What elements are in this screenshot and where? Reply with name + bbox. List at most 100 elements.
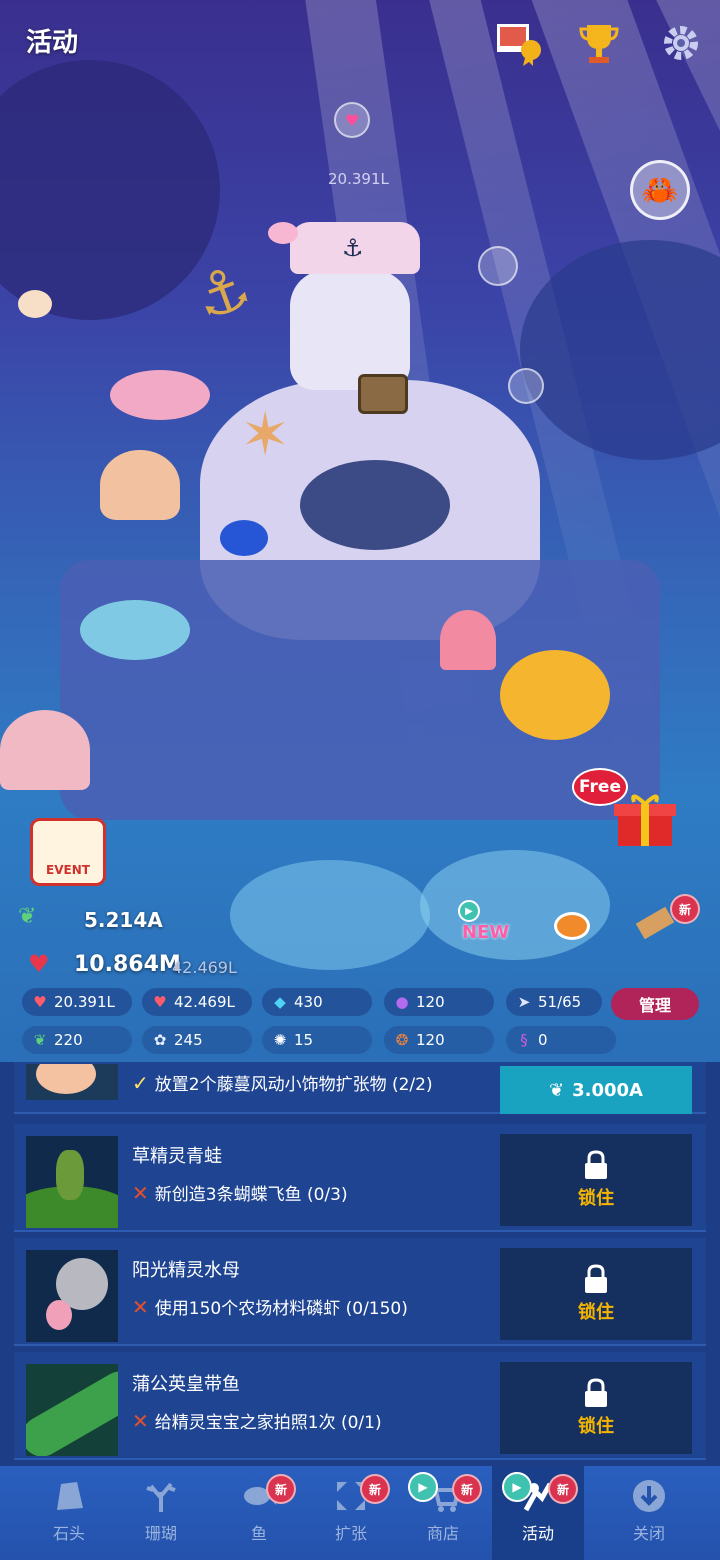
stat-value: 220 xyxy=(54,1031,83,1049)
seahorse-stat: § 0 xyxy=(506,1026,616,1054)
stat-value: 42.469L xyxy=(174,993,235,1011)
lock-label: 锁住 xyxy=(578,1188,614,1209)
tab-rock[interactable]: 石头 xyxy=(24,1466,114,1560)
leaf-stat: ❦ 220 xyxy=(22,1026,132,1054)
quest-thumbnail xyxy=(26,1136,118,1228)
treasure-chest-decoration[interactable] xyxy=(358,374,408,414)
heart-rate-stat: ♥ 42.469L xyxy=(142,988,252,1016)
urchin-icon: ✺ xyxy=(273,1031,287,1049)
lock-icon xyxy=(585,1264,607,1293)
check-icon: ✓ xyxy=(132,1070,149,1095)
photo-album-button[interactable] xyxy=(494,18,544,68)
quest-thumbnail xyxy=(26,1064,118,1100)
creature-image xyxy=(46,1300,72,1330)
gift-box-icon[interactable] xyxy=(612,790,678,848)
plant-icon: ❦ xyxy=(18,904,37,929)
anchor-icon: ⚓ xyxy=(342,234,364,262)
diamond-icon: ◆ xyxy=(274,993,286,1011)
manage-button[interactable]: 管理 xyxy=(611,988,699,1020)
quest-task: ✕ 新创造3条蝴蝶飞鱼 (0/3) xyxy=(132,1180,348,1206)
event-calendar-button[interactable]: EVENT xyxy=(30,818,106,886)
photo-badge-icon xyxy=(497,24,541,66)
blue-tang-fish[interactable] xyxy=(220,520,268,556)
tap-heart-icon: ♥ xyxy=(33,993,47,1011)
quest-name: 阳光精灵水母 xyxy=(132,1260,240,1281)
tab-shop[interactable]: ▶ 商店 新 xyxy=(398,1466,488,1560)
heart-rate: 42.469L xyxy=(172,958,237,977)
quest-item: ✓ 放置2个藤蔓风动小饰物扩张物 (2/2) ❦ 3.000A xyxy=(14,1062,706,1114)
locked-button[interactable]: 锁住 xyxy=(500,1362,692,1454)
tab-label: 扩张 xyxy=(334,1524,367,1543)
frog-image xyxy=(56,1150,84,1200)
yellow-fish[interactable] xyxy=(500,650,610,740)
aquarium-scene[interactable]: ⚓ ⚓ ✶ ♥ 20.391L 活动 🦀 EVENT Free ❦ 5.214A… xyxy=(0,0,720,1062)
quest-task-text: 给精灵宝宝之家拍照1次 (0/1) xyxy=(154,1413,382,1433)
crab-bubble-button[interactable]: 🦀 xyxy=(630,160,690,220)
floating-heart-value: 20.391L xyxy=(328,170,389,188)
rock-icon xyxy=(49,1476,89,1516)
clam-shell-decoration[interactable] xyxy=(100,450,180,520)
trophy-icon xyxy=(579,25,619,63)
quest-list[interactable]: ✓ 放置2个藤蔓风动小饰物扩张物 (2/2) ❦ 3.000A 草精灵青蛙 ✕ … xyxy=(0,1062,720,1466)
tab-fish[interactable]: 鱼 新 xyxy=(214,1466,304,1560)
stat-value: 430 xyxy=(294,993,323,1011)
tab-label: 商店 xyxy=(426,1524,459,1543)
heart-bubble[interactable]: ♥ xyxy=(334,102,370,138)
new-badge: 新 xyxy=(452,1474,482,1504)
clownfish-button[interactable] xyxy=(550,904,602,954)
pink-shell-decoration[interactable] xyxy=(110,370,210,420)
heart-value: 10.864M xyxy=(74,952,181,977)
lock-icon xyxy=(585,1378,607,1407)
plant-value: 5.214A xyxy=(84,908,163,932)
settings-button[interactable] xyxy=(656,18,706,68)
ribbonfish-image xyxy=(26,1364,118,1456)
play-icon: ▶ xyxy=(408,1472,438,1502)
new-item-button[interactable]: ▶ NEW xyxy=(458,900,522,954)
diamond-stat: ◆ 430 xyxy=(262,988,372,1016)
pearl-stat: ● 120 xyxy=(384,988,494,1016)
new-badge: 新 xyxy=(266,1474,296,1504)
tab-close[interactable]: 关闭 xyxy=(604,1466,694,1560)
tab-event[interactable]: ▶ 活动 新 xyxy=(492,1466,584,1560)
quest-item: 阳光精灵水母 ✕ 使用150个农场材料磷虾 (0/150) 锁住 xyxy=(14,1238,706,1346)
leaf-bubble[interactable] xyxy=(508,368,544,404)
bottom-nav: 石头 珊瑚 鱼 新 扩张 新 ▶ 商店 新 ▶ 活动 新 关闭 xyxy=(0,1466,720,1560)
stat-value: 120 xyxy=(416,1031,445,1049)
background-kelp xyxy=(0,60,220,320)
cross-icon: ✕ xyxy=(132,1294,149,1319)
tab-label: 活动 xyxy=(521,1524,554,1543)
puffer-fish[interactable] xyxy=(18,290,52,318)
fish-count-stat: ➤ 51/65 xyxy=(506,988,602,1016)
pink-mushroom[interactable] xyxy=(440,610,496,670)
leaf-icon: ❦ xyxy=(33,1031,47,1049)
rock-peak xyxy=(290,270,410,390)
locked-button[interactable]: 锁住 xyxy=(500,1248,692,1340)
quest-name: 草精灵青蛙 xyxy=(132,1146,222,1167)
stat-value: 0 xyxy=(538,1031,548,1049)
pink-fish[interactable] xyxy=(268,222,298,244)
complete-quest-button[interactable]: ❦ 3.000A xyxy=(500,1066,692,1114)
quest-task-text: 放置2个藤蔓风动小饰物扩张物 (2/2) xyxy=(154,1075,433,1095)
pink-mushroom[interactable] xyxy=(0,710,90,790)
leaf-bubble[interactable] xyxy=(478,246,518,286)
plant-icon: ❦ xyxy=(549,1079,565,1101)
quest-task-text: 使用150个农场材料磷虾 (0/150) xyxy=(154,1299,408,1319)
tab-expand[interactable]: 扩张 新 xyxy=(306,1466,396,1560)
trophy-button[interactable] xyxy=(574,18,624,68)
starfish-decoration[interactable]: ✶ xyxy=(240,400,290,470)
new-badge: 新 xyxy=(360,1474,390,1504)
play-icon: ▶ xyxy=(502,1472,532,1502)
locked-button[interactable]: 锁住 xyxy=(500,1134,692,1226)
creature-image xyxy=(36,1064,96,1094)
pearl-icon: ● xyxy=(395,993,409,1011)
quest-thumbnail xyxy=(26,1364,118,1456)
tab-coral[interactable]: 珊瑚 xyxy=(116,1466,206,1560)
play-icon: ▶ xyxy=(458,900,480,922)
heart-rate-icon: ♥ xyxy=(153,993,167,1011)
sailor-hat-decoration[interactable]: ⚓ xyxy=(290,222,420,274)
heart-icon: ♥ xyxy=(344,110,360,130)
shrimp-icon: ❂ xyxy=(395,1031,409,1049)
lock-label: 锁住 xyxy=(578,1302,614,1323)
quest-task: ✕ 使用150个农场材料磷虾 (0/150) xyxy=(132,1294,408,1320)
quest-thumbnail xyxy=(26,1250,118,1342)
